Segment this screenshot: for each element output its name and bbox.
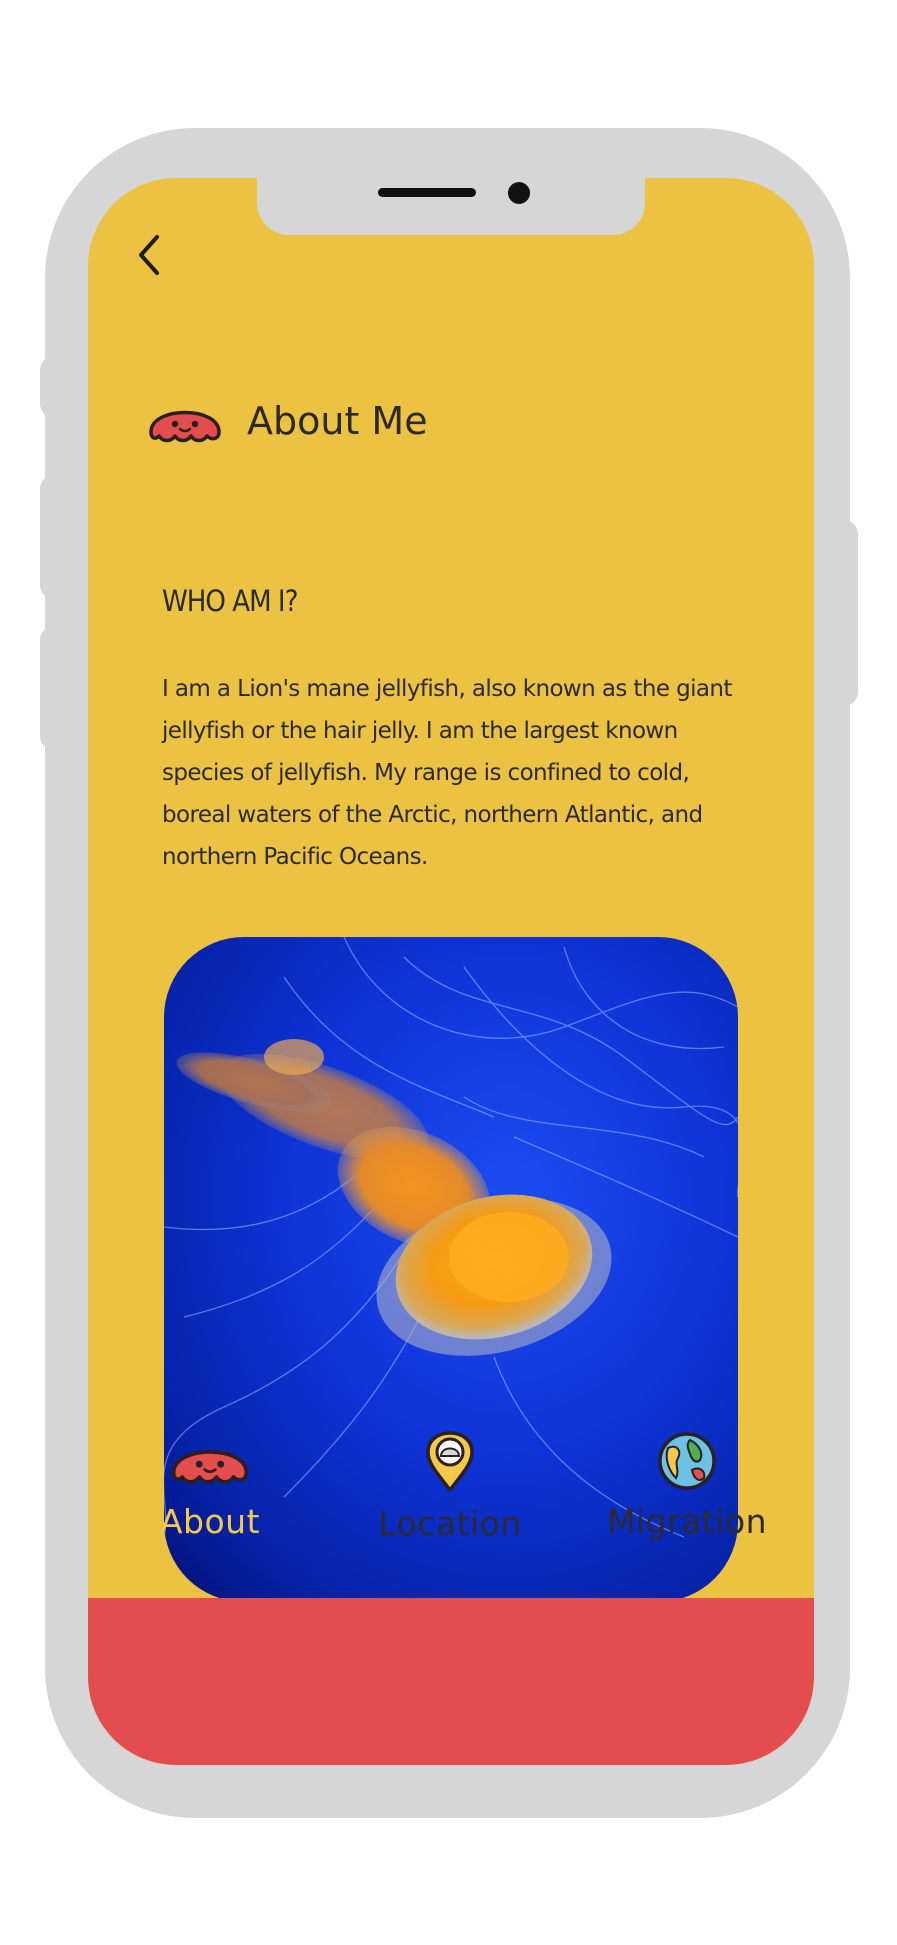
side-button-volume-down [40,626,70,750]
bottom-tab-bar [88,1598,814,1765]
jellyfish-icon [171,1450,249,1484]
side-button-power [828,520,858,706]
jellyfish-icon [149,410,221,443]
globe-icon [658,1432,716,1490]
chevron-left-icon [139,235,159,275]
back-button[interactable] [128,230,168,280]
notch-camera [508,182,530,204]
description-text: I am a Lion's mane jellyfish, also known… [162,676,732,870]
side-button-silent [40,356,70,418]
tab-migration[interactable]: Migration [602,1430,772,1541]
side-button-volume-up [40,475,70,599]
phone-notch [257,178,645,235]
tab-migration-label: Migration [606,1502,768,1541]
tab-location-label: Location [378,1504,522,1543]
notch-speaker [378,188,476,197]
tab-about[interactable]: About [150,1430,270,1541]
tab-about-label: About [159,1502,261,1541]
location-pin-icon [426,1431,474,1492]
page-header: About Me [145,392,428,450]
page-title: About Me [247,399,428,443]
section-heading: WHO AM I? [162,584,298,618]
tab-location[interactable]: Location [370,1430,530,1543]
